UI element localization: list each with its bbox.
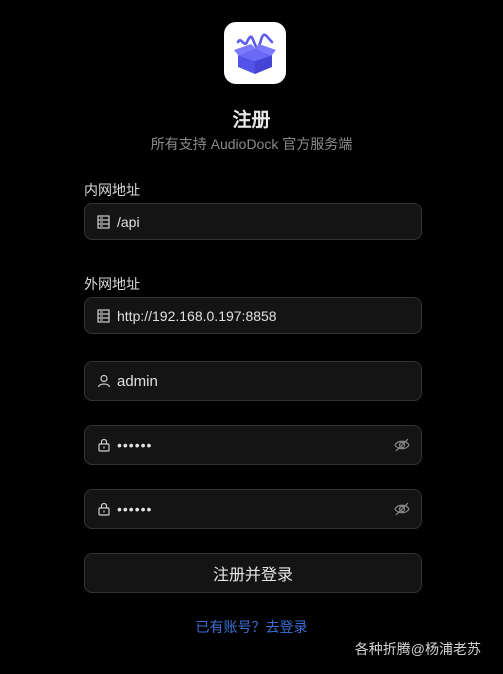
password-value: •••••• [117,437,153,453]
register-and-login-button[interactable]: 注册并登录 [84,553,422,593]
confirm-password-value: •••••• [117,501,153,517]
go-to-login-link[interactable]: 已有账号？去登录 [0,617,503,637]
eye-off-icon[interactable] [393,436,411,454]
username-value: admin [117,372,158,390]
server-icon [97,214,111,229]
lock-icon [97,438,111,452]
username-field[interactable]: admin [84,361,422,401]
page-subtitle: 所有支持 AudioDock 官方服务端 [150,136,353,152]
user-icon [97,374,111,388]
internal-address-value: /api [117,213,140,230]
external-address-value: http://192.168.0.197:8858 [117,307,277,324]
audiodock-logo-icon [234,33,276,74]
external-address-label: 外网地址 [84,276,140,292]
eye-off-icon[interactable] [393,500,411,518]
confirm-password-field[interactable]: •••••• [84,489,422,529]
lock-icon [97,502,111,516]
page-title: 注册 [232,110,271,131]
app-logo [224,22,286,84]
internal-address-field[interactable]: /api [84,203,422,240]
external-address-field[interactable]: http://192.168.0.197:8858 [84,297,422,334]
server-icon [97,308,111,323]
watermark-text: 各种折腾@杨浦老苏 [354,641,481,657]
password-field[interactable]: •••••• [84,425,422,465]
internal-address-label: 内网地址 [84,182,140,198]
